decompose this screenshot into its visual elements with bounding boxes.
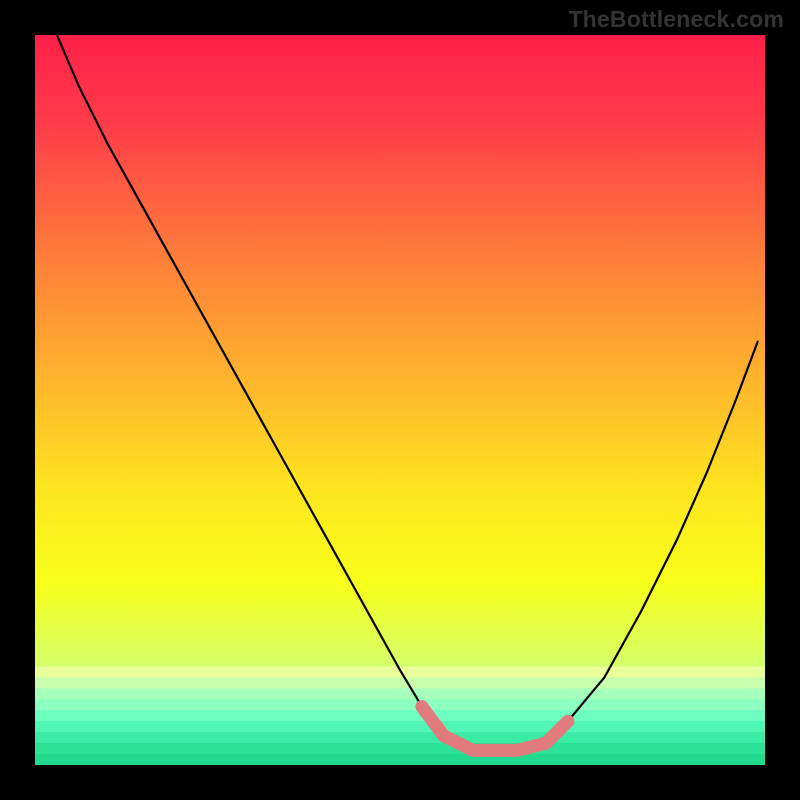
- gradient-background: [35, 35, 765, 765]
- watermark-text: TheBottleneck.com: [568, 6, 784, 33]
- plot-area: [35, 35, 765, 765]
- chart-frame: TheBottleneck.com: [0, 0, 800, 800]
- chart-svg: [35, 35, 765, 765]
- bottom-banding: [35, 666, 765, 765]
